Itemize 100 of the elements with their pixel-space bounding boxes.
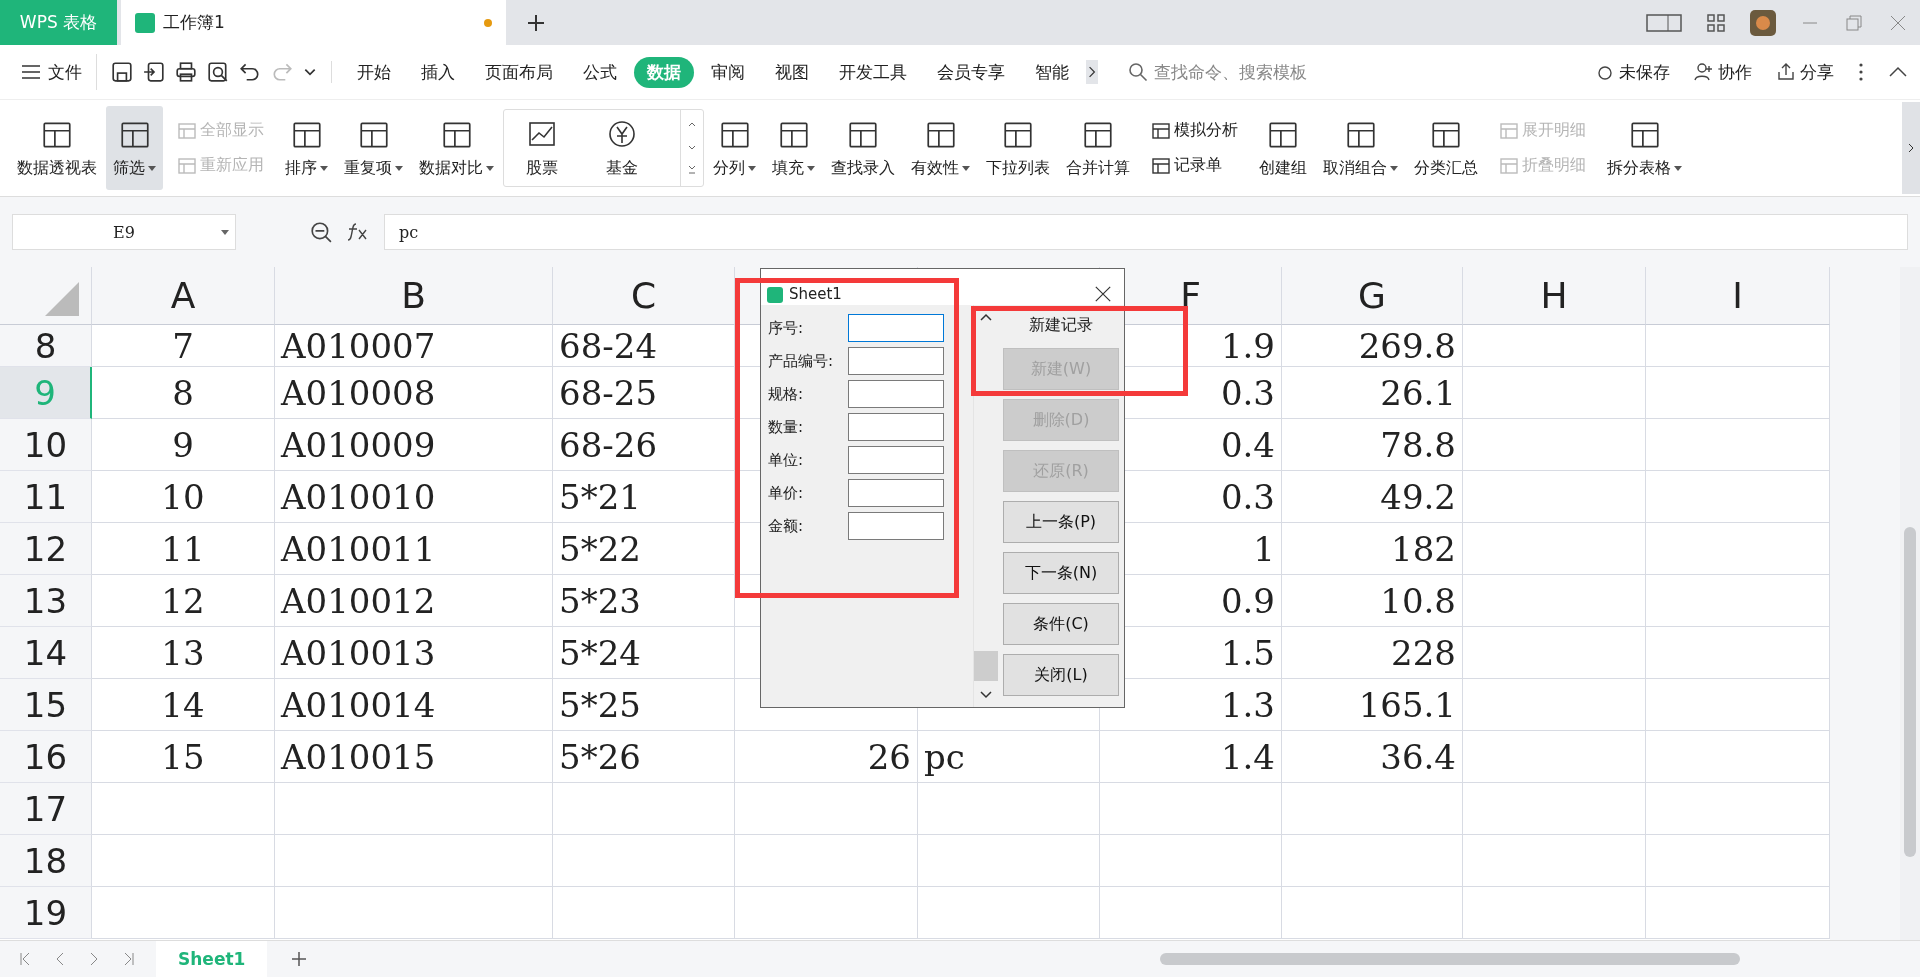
input-field[interactable]	[848, 446, 944, 474]
table-cell: 10.8	[1282, 575, 1463, 627]
formula-field[interactable]: pc	[384, 214, 1908, 250]
table-cell: A010011	[275, 523, 553, 575]
ribbon-button[interactable]: 数据对比	[412, 106, 501, 190]
chevron-right-icon[interactable]	[1086, 60, 1098, 84]
reading-mode-icon[interactable]	[1646, 12, 1682, 33]
ribbon-button[interactable]: 有效性	[904, 106, 977, 190]
row-header[interactable]: 15	[0, 679, 92, 731]
ribbon-tab[interactable]: 开发工具	[826, 56, 920, 88]
ribbon-tab[interactable]: 页面布局	[472, 56, 566, 88]
sheet-nav-icon[interactable]	[20, 951, 32, 967]
print-preview-icon[interactable]	[207, 61, 229, 83]
save-icon[interactable]	[111, 61, 133, 83]
input-field[interactable]	[848, 314, 944, 342]
ribbon-tab[interactable]: 插入	[408, 56, 468, 88]
row-header[interactable]: 16	[0, 731, 92, 783]
ribbon-button[interactable]: 取消组合	[1316, 106, 1405, 190]
dialog-button[interactable]: 关闭(L)	[1003, 654, 1119, 696]
input-field[interactable]	[848, 512, 944, 540]
row-header[interactable]: 13	[0, 575, 92, 627]
column-header[interactable]: B	[275, 267, 553, 325]
row-header[interactable]: 12	[0, 523, 92, 575]
ribbon-button[interactable]: 模拟分析	[1145, 119, 1244, 142]
dialog-button[interactable]: 下一条(N)	[1003, 552, 1119, 594]
sheet-nav-icon[interactable]	[88, 951, 100, 967]
dialog-button[interactable]: 上一条(P)	[1003, 501, 1119, 543]
column-header[interactable]: I	[1646, 267, 1830, 325]
ribbon-tab[interactable]: 开始	[344, 56, 404, 88]
ribbon-button[interactable]: 下拉列表	[979, 106, 1057, 190]
row-header[interactable]: 18	[0, 835, 92, 887]
table-cell: A010013	[275, 627, 553, 679]
ribbon-tab[interactable]: 视图	[762, 56, 822, 88]
vertical-scrollbar[interactable]	[1900, 267, 1920, 940]
ribbon-tab[interactable]: 会员专享	[924, 56, 1018, 88]
field-label: 单价:	[768, 483, 805, 503]
scroll-up-icon[interactable]	[980, 313, 992, 321]
input-field[interactable]	[848, 479, 944, 507]
row-header[interactable]: 10	[0, 419, 92, 471]
new-tab-icon[interactable]	[526, 12, 546, 33]
row-header[interactable]: 17	[0, 783, 92, 835]
input-field[interactable]	[848, 347, 944, 375]
table-cell: A010009	[275, 419, 553, 471]
table-cell: A010010	[275, 471, 553, 523]
toolbar-action[interactable]: 分享	[1770, 59, 1840, 85]
ribbon-button[interactable]: 记录单	[1145, 154, 1244, 177]
column-header[interactable]: C	[553, 267, 735, 325]
ribbon-tab[interactable]: 智能	[1022, 56, 1082, 88]
table-cell: 269.8	[1282, 325, 1463, 367]
document-tab[interactable]: 工作簿1	[121, 0, 506, 45]
close-icon[interactable]	[1094, 285, 1112, 303]
toolbar-action[interactable]: 协作	[1688, 59, 1758, 85]
gallery-item[interactable]: 股票	[520, 116, 564, 180]
ribbon-button[interactable]: 合并计算	[1059, 106, 1137, 190]
command-search-field[interactable]: 查找命令、搜索模板	[1128, 61, 1396, 83]
print-icon[interactable]	[175, 61, 197, 83]
zoom-icon[interactable]	[310, 221, 332, 243]
scroll-thumb[interactable]	[974, 651, 998, 681]
grid-icon[interactable]	[1706, 12, 1726, 33]
input-field[interactable]	[848, 413, 944, 441]
ribbon-button[interactable]: 排序	[278, 106, 335, 190]
triangle-icon	[45, 282, 79, 316]
ribbon-button[interactable]: 填充	[765, 106, 822, 190]
avatar-icon[interactable]	[1750, 9, 1776, 36]
toolbar-action[interactable]: 未保存	[1589, 59, 1676, 85]
ribbon-button[interactable]: 重复项	[337, 106, 410, 190]
name-box[interactable]: E9	[12, 214, 236, 250]
dialog-button[interactable]: 条件(C)	[1003, 603, 1119, 645]
table-cell: pc	[918, 731, 1100, 783]
collapse-icon[interactable]	[1888, 66, 1908, 78]
ribbon-button[interactable]: 创建组	[1252, 106, 1314, 190]
ribbon-tab[interactable]: 公式	[570, 56, 630, 88]
undo-icon[interactable]	[239, 61, 261, 83]
ribbon-button[interactable]: 查找录入	[824, 106, 902, 190]
ribbon-button[interactable]: 数据透视表	[10, 106, 104, 190]
more-icon[interactable]	[1858, 62, 1864, 82]
row-header[interactable]: 8	[0, 325, 92, 367]
sheet-nav-icon[interactable]	[122, 951, 134, 967]
scroll-down-icon[interactable]	[980, 691, 992, 699]
input-field[interactable]	[848, 380, 944, 408]
button-label: 拆分表格	[1607, 157, 1671, 177]
column-header[interactable]: H	[1463, 267, 1646, 325]
export-icon[interactable]	[143, 61, 165, 83]
ribbon-button[interactable]: 分列	[706, 106, 763, 190]
ribbon-button[interactable]: 分类汇总	[1407, 106, 1485, 190]
field-label: 序号:	[768, 318, 805, 338]
ribbon-button[interactable]: 筛选	[106, 106, 163, 190]
sheet-nav-icon[interactable]	[54, 951, 66, 967]
ribbon-button[interactable]: 拆分表格	[1600, 106, 1689, 190]
gallery-item[interactable]: 基金	[600, 116, 644, 180]
row-header[interactable]: 19	[0, 887, 92, 939]
row-header[interactable]: 14	[0, 627, 92, 679]
table-cell: 228	[1282, 627, 1463, 679]
column-header[interactable]: G	[1282, 267, 1463, 325]
ribbon-tab[interactable]: 审阅	[698, 56, 758, 88]
button-label: 下拉列表	[986, 157, 1050, 177]
row-header[interactable]: 11	[0, 471, 92, 523]
column-header[interactable]: A	[92, 267, 275, 325]
record-status: 新建记录	[1029, 315, 1093, 336]
file-menu[interactable]: 文件	[0, 54, 97, 90]
